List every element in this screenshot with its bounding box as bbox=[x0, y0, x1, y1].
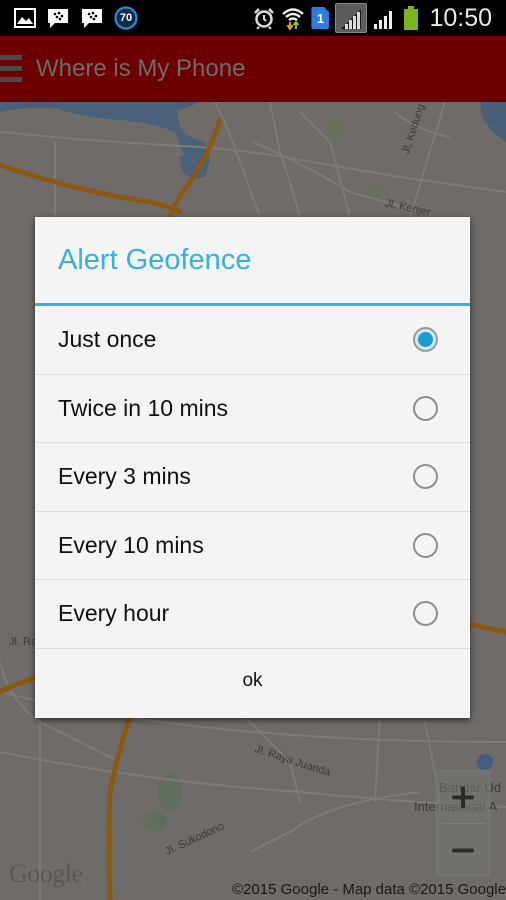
dialog-title: Alert Geofence bbox=[35, 217, 470, 306]
signal-icon bbox=[373, 7, 397, 29]
option-every-10-mins[interactable]: Every 10 mins bbox=[35, 512, 470, 580]
battery-icon bbox=[403, 5, 419, 31]
google-logo: Google bbox=[9, 859, 83, 888]
sim-label: 1 bbox=[316, 10, 325, 26]
option-label: Just once bbox=[58, 326, 157, 353]
clock-time: 10:50 bbox=[429, 3, 492, 32]
map-label-jl-raya: Jl. Ra bbox=[9, 636, 38, 648]
radio-button[interactable] bbox=[413, 601, 438, 627]
option-twice-in-10-mins[interactable]: Twice in 10 mins bbox=[35, 375, 470, 443]
sim1-icon: 1 bbox=[311, 7, 330, 29]
status-bar: 70 1 10:50 bbox=[0, 0, 506, 36]
option-label: Every 3 mins bbox=[58, 463, 191, 490]
option-every-hour[interactable]: Every hour bbox=[35, 580, 470, 649]
radio-button[interactable] bbox=[413, 532, 438, 558]
alert-geofence-dialog: Alert Geofence Just once Twice in 10 min… bbox=[35, 217, 470, 718]
option-label: Twice in 10 mins bbox=[58, 394, 229, 421]
map-zoom-control: + − bbox=[436, 770, 490, 876]
app-title: Where is My Phone bbox=[36, 55, 246, 82]
radio-button[interactable] bbox=[413, 395, 438, 421]
ok-button[interactable]: ok bbox=[35, 649, 470, 714]
radio-button[interactable] bbox=[413, 464, 438, 490]
zoom-in-button[interactable]: + bbox=[437, 771, 489, 823]
alarm-icon bbox=[253, 7, 275, 29]
dialog-footer: ok bbox=[35, 649, 470, 714]
option-label: Every 10 mins bbox=[58, 531, 204, 558]
app-bar: Where is My Phone bbox=[0, 36, 506, 102]
option-just-once[interactable]: Just once bbox=[35, 306, 470, 375]
hamburger-menu-icon[interactable] bbox=[0, 54, 22, 84]
wifi-icon bbox=[281, 6, 305, 30]
battery-percent-text: 70 bbox=[119, 12, 133, 24]
radio-dot bbox=[418, 332, 433, 348]
map-copyright[interactable]: ©2015 Google - Map data ©2015 Google bbox=[232, 881, 506, 898]
airport-icon bbox=[477, 754, 493, 770]
radio-button-checked[interactable] bbox=[413, 327, 438, 353]
option-every-3-mins[interactable]: Every 3 mins bbox=[35, 443, 470, 512]
battery-percent-badge: 70 bbox=[114, 6, 138, 30]
signal-icon bbox=[335, 3, 368, 33]
gallery-icon bbox=[14, 8, 36, 28]
zoom-out-button[interactable]: − bbox=[437, 824, 489, 876]
bbm-icon bbox=[46, 7, 70, 29]
bbm-icon bbox=[80, 7, 104, 29]
option-label: Every hour bbox=[58, 600, 170, 627]
